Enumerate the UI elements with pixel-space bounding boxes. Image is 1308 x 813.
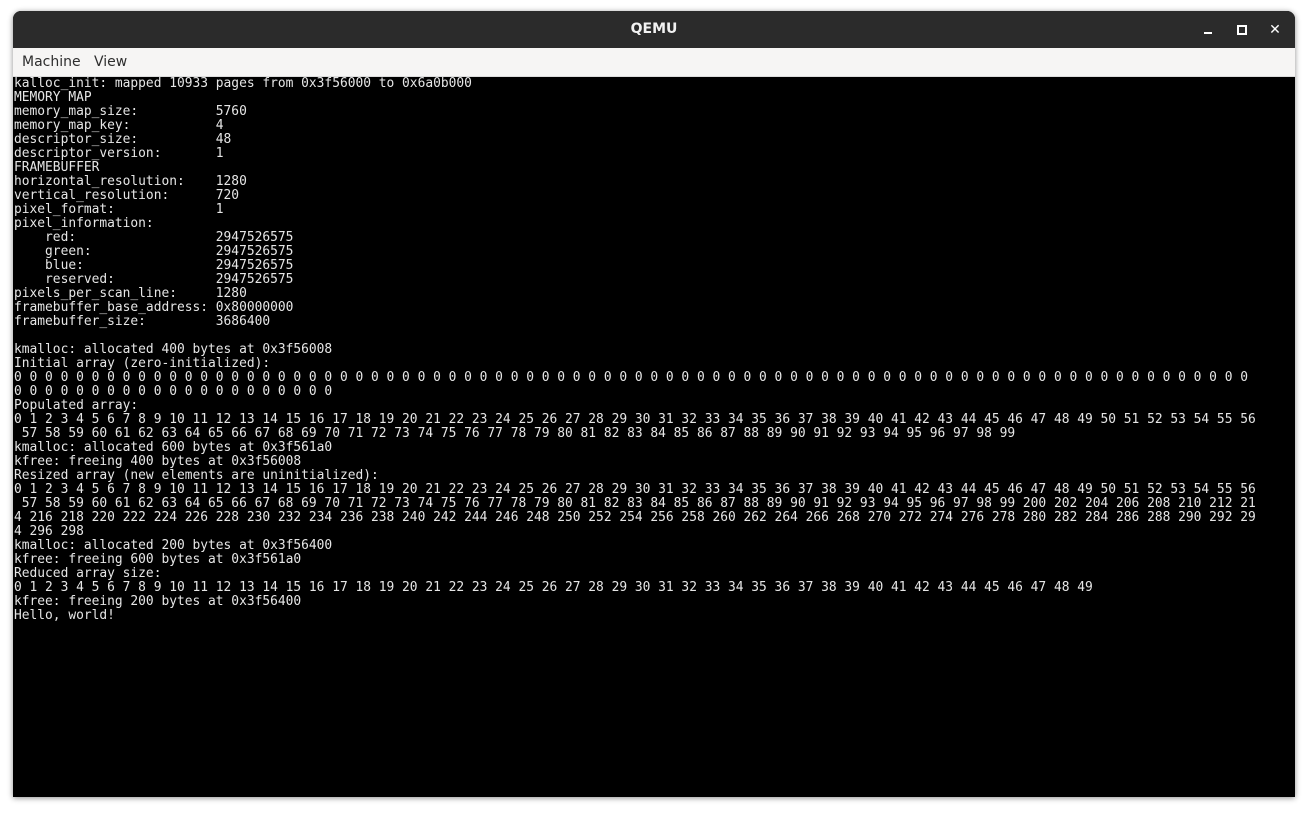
console-line: kfree: freeing 400 bytes at 0x3f56008 [14, 454, 302, 469]
console-line: 57 58 59 60 61 62 63 64 65 66 67 68 69 7… [14, 426, 1016, 441]
console-line: memory_map_size: 5760 [14, 104, 247, 119]
window-title: QEMU [630, 21, 678, 37]
title-bar[interactable]: QEMU ✕ [13, 11, 1295, 48]
console-line: vertical_resolution: 720 [14, 188, 240, 203]
console-line: reserved: 2947526575 [14, 272, 294, 287]
console-line: FRAMEBUFFER [14, 160, 100, 175]
console-line: Reduced array size: [14, 566, 162, 581]
console-line: 4 296 298 [14, 524, 84, 539]
menu-bar: Machine View [13, 48, 1295, 77]
maximize-icon [1237, 25, 1247, 35]
console-line: Resized array (new elements are uninitia… [14, 468, 379, 483]
console-line: 0 1 2 3 4 5 6 7 8 9 10 11 12 13 14 15 16… [14, 482, 1256, 497]
close-icon: ✕ [1269, 22, 1281, 38]
console-line: 0 1 2 3 4 5 6 7 8 9 10 11 12 13 14 15 16… [14, 580, 1093, 595]
console-line: kmalloc: allocated 200 bytes at 0x3f5640… [14, 538, 333, 553]
menu-view[interactable]: View [85, 48, 136, 76]
console-line: 0 1 2 3 4 5 6 7 8 9 10 11 12 13 14 15 16… [14, 412, 1256, 427]
minimize-icon [1204, 32, 1212, 34]
console-line: kfree: freeing 200 bytes at 0x3f56400 [14, 594, 302, 609]
console-line: memory_map_key: 4 [14, 118, 224, 133]
console-line: Populated array: [14, 398, 139, 413]
close-button[interactable]: ✕ [1264, 19, 1286, 41]
console-line: horizontal_resolution: 1280 [14, 174, 247, 189]
console-line: kalloc_init: mapped 10933 pages from 0x3… [14, 77, 472, 91]
console-line: descriptor_size: 48 [14, 132, 232, 147]
console-line: 0 0 0 0 0 0 0 0 0 0 0 0 0 0 0 0 0 0 0 0 … [14, 370, 1248, 385]
console-line: blue: 2947526575 [14, 258, 294, 273]
console-line: Hello, world! [14, 608, 115, 623]
console-line: red: 2947526575 [14, 230, 294, 245]
console-line: kfree: freeing 600 bytes at 0x3f561a0 [14, 552, 302, 567]
console-line: Initial array (zero-initialized): [14, 356, 271, 371]
console-line: 0 0 0 0 0 0 0 0 0 0 0 0 0 0 0 0 0 0 0 0 … [14, 384, 333, 399]
console-line: MEMORY MAP [14, 90, 92, 105]
menu-machine[interactable]: Machine [13, 48, 90, 76]
maximize-button[interactable] [1231, 19, 1253, 41]
console-line: pixels_per_scan_line: 1280 [14, 286, 247, 301]
console-line: pixel_information: [14, 216, 154, 231]
console-line: pixel_format: 1 [14, 202, 224, 217]
console-output: kalloc_init: mapped 10933 pages from 0x3… [13, 77, 1295, 623]
console-line: kmalloc: allocated 600 bytes at 0x3f561a… [14, 440, 333, 455]
qemu-window: QEMU ✕ Machine View kalloc_init: mapped … [13, 11, 1295, 797]
console-line: framebuffer_base_address: 0x80000000 [14, 300, 294, 315]
console-line: 4 216 218 220 222 224 226 228 230 232 23… [14, 510, 1256, 525]
minimize-button[interactable] [1197, 19, 1219, 41]
console-line: framebuffer_size: 3686400 [14, 314, 271, 329]
console-line: kmalloc: allocated 400 bytes at 0x3f5600… [14, 342, 333, 357]
console-line: descriptor_version: 1 [14, 146, 224, 161]
console-line: 57 58 59 60 61 62 63 64 65 66 67 68 69 7… [14, 496, 1256, 511]
vm-display[interactable]: kalloc_init: mapped 10933 pages from 0x3… [13, 77, 1295, 797]
console-line: green: 2947526575 [14, 244, 294, 259]
